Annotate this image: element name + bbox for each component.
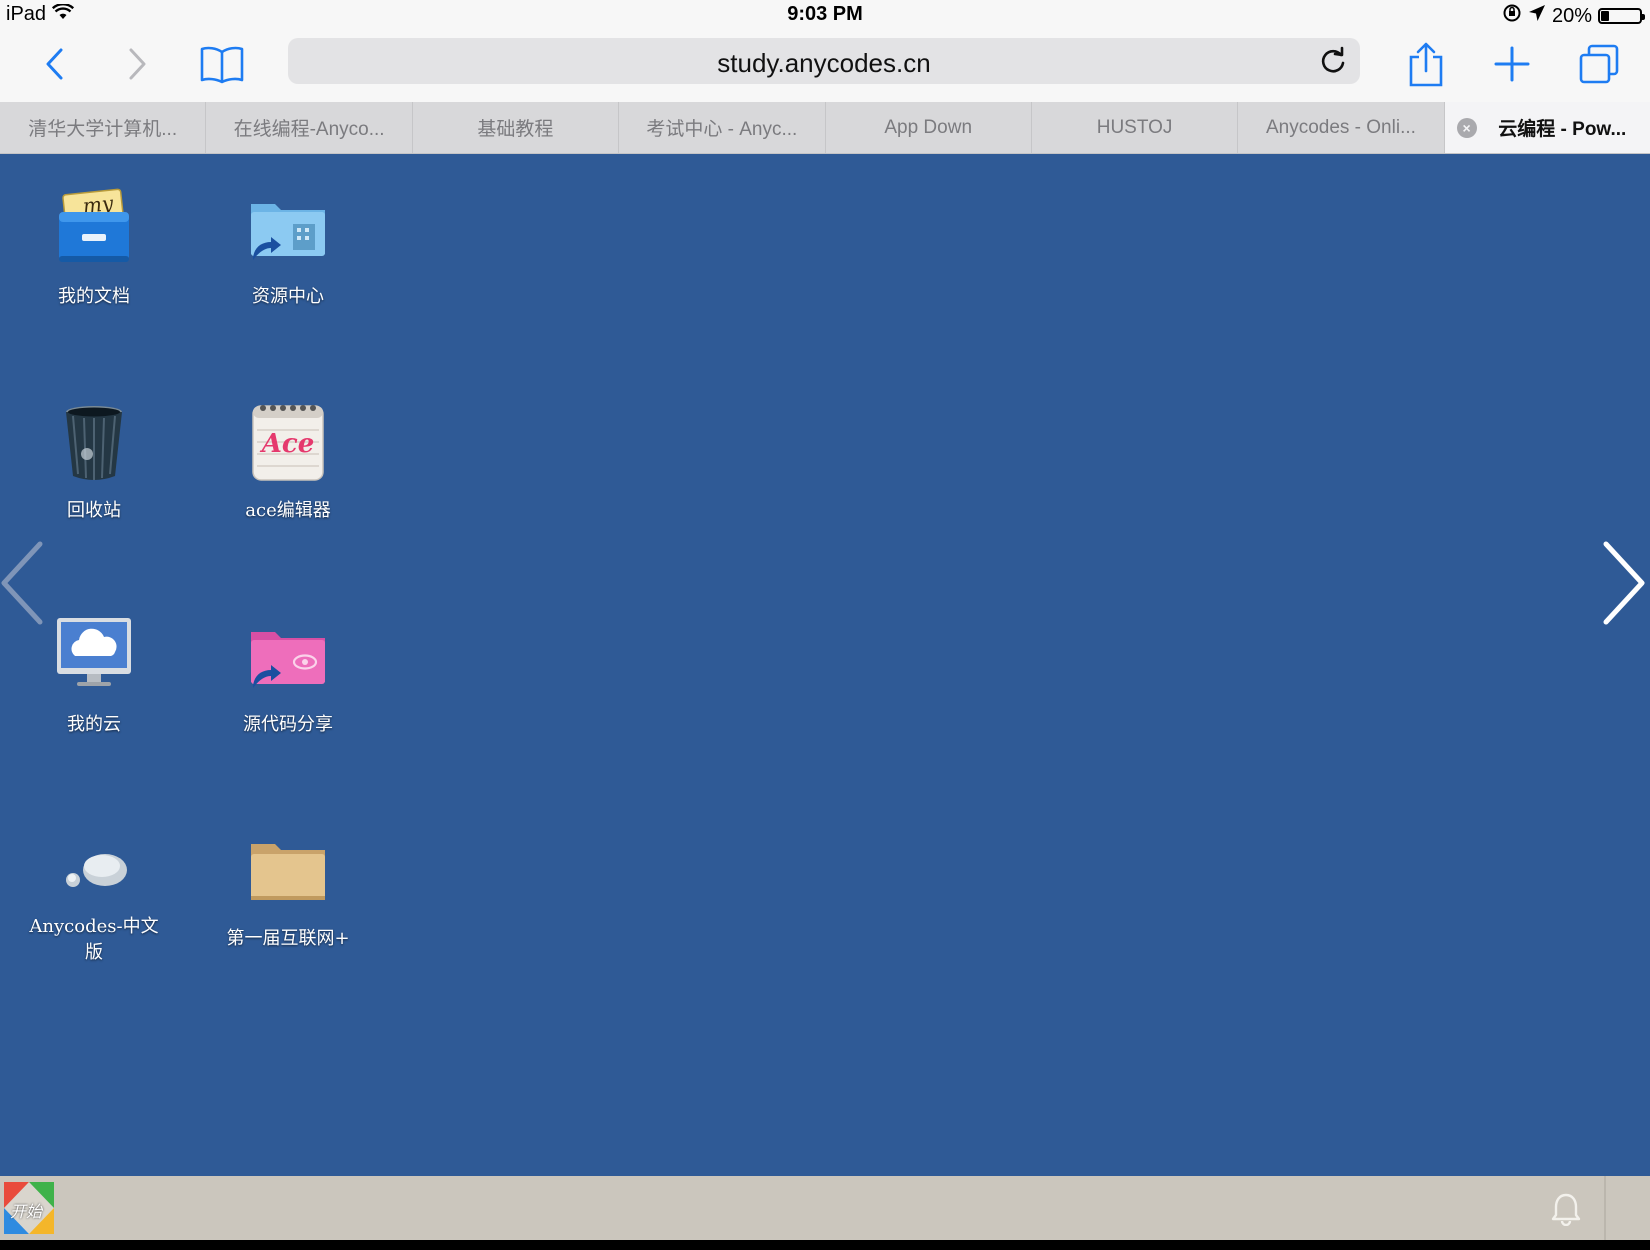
- forward-button[interactable]: [118, 38, 158, 90]
- tab-4[interactable]: App Down: [826, 102, 1032, 153]
- web-desktop: my 我的文档 资源中心 回收站 Ace ace编辑器 我的云 源代码分享 An…: [0, 154, 1650, 1176]
- desktop-icon-my-documents[interactable]: my 我的文档: [4, 182, 184, 310]
- status-bar: iPad 9:03 PM 20%: [0, 0, 1650, 30]
- tab-3[interactable]: 考试中心 - Anyc...: [619, 102, 826, 153]
- share-button[interactable]: [1404, 38, 1448, 90]
- tab-label: 在线编程-Anyco...: [233, 119, 385, 140]
- ace-notepad-icon: Ace: [243, 396, 333, 486]
- desktop-icon-label: 源代码分享: [243, 714, 333, 735]
- share-icon: [1409, 42, 1443, 87]
- desktop-icon-recycle-bin[interactable]: 回收站: [4, 396, 184, 524]
- battery-level: [1601, 11, 1609, 21]
- orientation-lock-icon: [1502, 3, 1522, 29]
- tab-0[interactable]: 清华大学计算机...: [0, 102, 207, 153]
- next-page-button[interactable]: [1600, 540, 1646, 631]
- cloud-monitor-icon: [49, 610, 139, 700]
- tab-label: 云编程 - Pow...: [1498, 119, 1627, 140]
- tab-strip: 清华大学计算机... 在线编程-Anyco... 基础教程 考试中心 - Any…: [0, 102, 1650, 154]
- prev-page-button[interactable]: [0, 540, 46, 631]
- new-tab-button[interactable]: [1490, 38, 1534, 90]
- tab-label: 基础教程: [477, 119, 554, 140]
- bookmarks-icon: [200, 46, 244, 84]
- tab-7-active[interactable]: × 云编程 - Pow...: [1444, 102, 1650, 153]
- my-documents-cabinet-icon: my: [49, 182, 139, 272]
- desktop-icon-label: 资源中心: [252, 286, 324, 307]
- speech-bubble-icon: [49, 824, 139, 914]
- tab-1[interactable]: 在线编程-Anyco...: [206, 102, 413, 153]
- reload-icon: [1321, 46, 1345, 73]
- new-tab-icon: [1494, 46, 1530, 82]
- folder-icon: [243, 824, 333, 914]
- desktop-icon-label: 我的云: [67, 714, 121, 735]
- clock: 9:03 PM: [787, 3, 863, 25]
- chevron-left-icon: [1, 541, 43, 625]
- desktop-icon-label: ace编辑器: [245, 500, 331, 521]
- start-label: 开始: [10, 1204, 43, 1221]
- desktop-icon-source-share[interactable]: 源代码分享: [198, 610, 378, 738]
- address-bar[interactable]: study.anycodes.cn: [288, 38, 1360, 84]
- taskbar: 开始: [0, 1176, 1650, 1240]
- ace-badge: Ace: [259, 429, 315, 459]
- location-arrow-icon: [1528, 4, 1546, 28]
- shared-folder-icon: [243, 610, 333, 700]
- battery-icon: [1598, 8, 1645, 24]
- tab-label: 清华大学计算机...: [28, 119, 178, 140]
- tab-6[interactable]: Anycodes - Onli...: [1238, 102, 1445, 153]
- desktop-icon-label: 第一届互联网+: [226, 928, 350, 949]
- chevron-right-icon: [1603, 541, 1645, 625]
- battery-percent: 20%: [1551, 4, 1592, 27]
- tab-label: App Down: [884, 116, 973, 138]
- tab-label: Anycodes - Onli...: [1265, 116, 1416, 138]
- desktop-icon-resource-center[interactable]: 资源中心: [198, 182, 378, 310]
- trash-icon: [49, 396, 139, 486]
- bookmarks-button[interactable]: [196, 38, 248, 90]
- reload-button[interactable]: [1318, 46, 1348, 81]
- bell-icon: [1551, 1193, 1581, 1227]
- tabs-overview-button[interactable]: [1576, 38, 1622, 90]
- start-button[interactable]: 开始: [2, 1180, 56, 1236]
- desktop-icon-label: 回收站: [67, 500, 121, 521]
- tab-label: 考试中心 - Anyc...: [646, 119, 798, 140]
- notification-button[interactable]: [1550, 1192, 1582, 1231]
- back-icon: [46, 48, 63, 80]
- back-button[interactable]: [34, 38, 74, 90]
- resource-folder-icon: [243, 182, 333, 272]
- browser-toolbar: study.anycodes.cn: [0, 30, 1650, 102]
- tab-2[interactable]: 基础教程: [413, 102, 620, 153]
- desktop-icon-label: 我的文档: [58, 286, 130, 307]
- tab-close-button[interactable]: ×: [1456, 118, 1477, 138]
- tab-label: HUSTOJ: [1096, 116, 1173, 138]
- desktop-icon-anycodes-cn[interactable]: Anycodes-中文版: [4, 824, 184, 966]
- tabs-icon: [1579, 44, 1619, 84]
- desktop-icon-ace-editor[interactable]: Ace ace编辑器: [198, 396, 378, 524]
- url-text: study.anycodes.cn: [717, 48, 931, 78]
- taskbar-divider: [1604, 1176, 1606, 1240]
- desktop-icon-internet-plus[interactable]: 第一届互联网+: [198, 824, 378, 952]
- tab-5[interactable]: HUSTOJ: [1032, 102, 1239, 153]
- desktop-icon-label: Anycodes-中文版: [29, 916, 159, 963]
- forward-icon: [129, 48, 146, 80]
